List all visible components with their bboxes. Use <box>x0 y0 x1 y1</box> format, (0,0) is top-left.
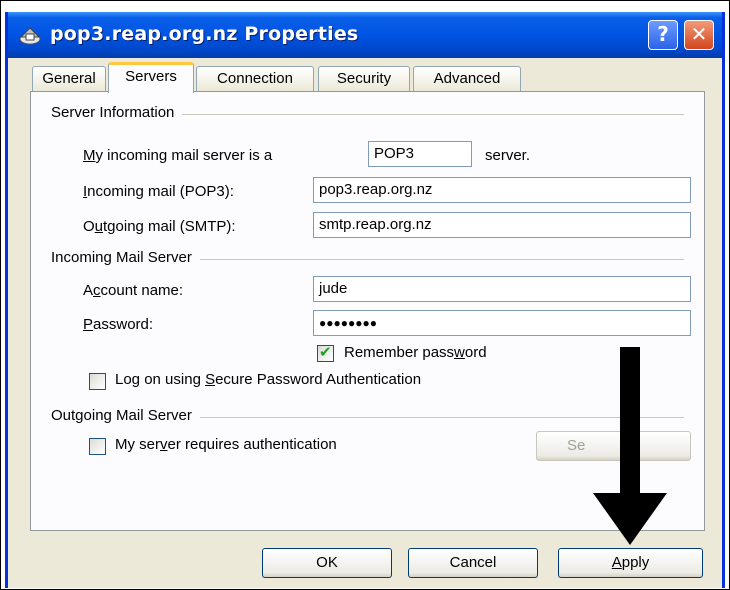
checkmark-icon: ✔ <box>319 343 332 361</box>
down-arrow-icon <box>593 347 667 545</box>
incoming-mail-input[interactable]: pop3.reap.org.nz <box>313 177 691 203</box>
password-input[interactable]: ●●●●●●●● <box>313 310 691 336</box>
remember-password-checkbox[interactable]: ✔ <box>317 343 334 362</box>
tab-general[interactable]: General <box>32 66 106 91</box>
spa-label[interactable]: Log on using Secure Password Authenticat… <box>115 371 421 388</box>
password-label: Password: <box>83 316 154 333</box>
server-information-group: Server Information <box>51 104 684 124</box>
server-information-legend: Server Information <box>51 104 183 121</box>
incoming-server-type-label: My incoming mail server is a <box>83 147 273 164</box>
outgoing-mail-server-legend: Outgoing Mail Server <box>51 407 200 424</box>
smtp-auth-checkbox[interactable] <box>89 438 106 455</box>
spa-checkbox[interactable] <box>89 373 106 390</box>
server-type-field: POP3 <box>368 141 472 167</box>
incoming-mail-label: Incoming mail (POP3): <box>83 183 234 200</box>
server-type-suffix: server. <box>485 147 531 164</box>
tab-security[interactable]: Security <box>318 66 410 91</box>
incoming-mail-server-legend: Incoming Mail Server <box>51 249 200 266</box>
ok-button[interactable]: OK <box>262 548 392 578</box>
help-button[interactable]: ? <box>648 20 678 50</box>
outgoing-mail-label: Outgoing mail (SMTP): <box>83 218 236 235</box>
remember-password-label[interactable]: Remember password <box>344 344 487 361</box>
tab-connection[interactable]: Connection <box>196 66 314 91</box>
outgoing-mail-input[interactable]: smtp.reap.org.nz <box>313 212 691 238</box>
window-title: pop3.reap.org.nz Properties <box>50 23 359 45</box>
account-name-input[interactable]: jude <box>313 276 691 302</box>
smtp-auth-label[interactable]: My server requires authentication <box>115 436 337 453</box>
apply-button[interactable]: Apply <box>558 548 703 578</box>
mail-account-icon <box>19 27 41 45</box>
account-name-label: Account name: <box>83 282 184 299</box>
title-bar[interactable]: pop3.reap.org.nz Properties ? ✕ <box>8 12 722 58</box>
incoming-mail-server-group: Incoming Mail Server <box>51 249 684 269</box>
close-button[interactable]: ✕ <box>684 20 714 50</box>
tab-advanced[interactable]: Advanced <box>413 66 521 91</box>
cancel-button[interactable]: Cancel <box>408 548 538 578</box>
tab-servers[interactable]: Servers <box>108 62 194 93</box>
